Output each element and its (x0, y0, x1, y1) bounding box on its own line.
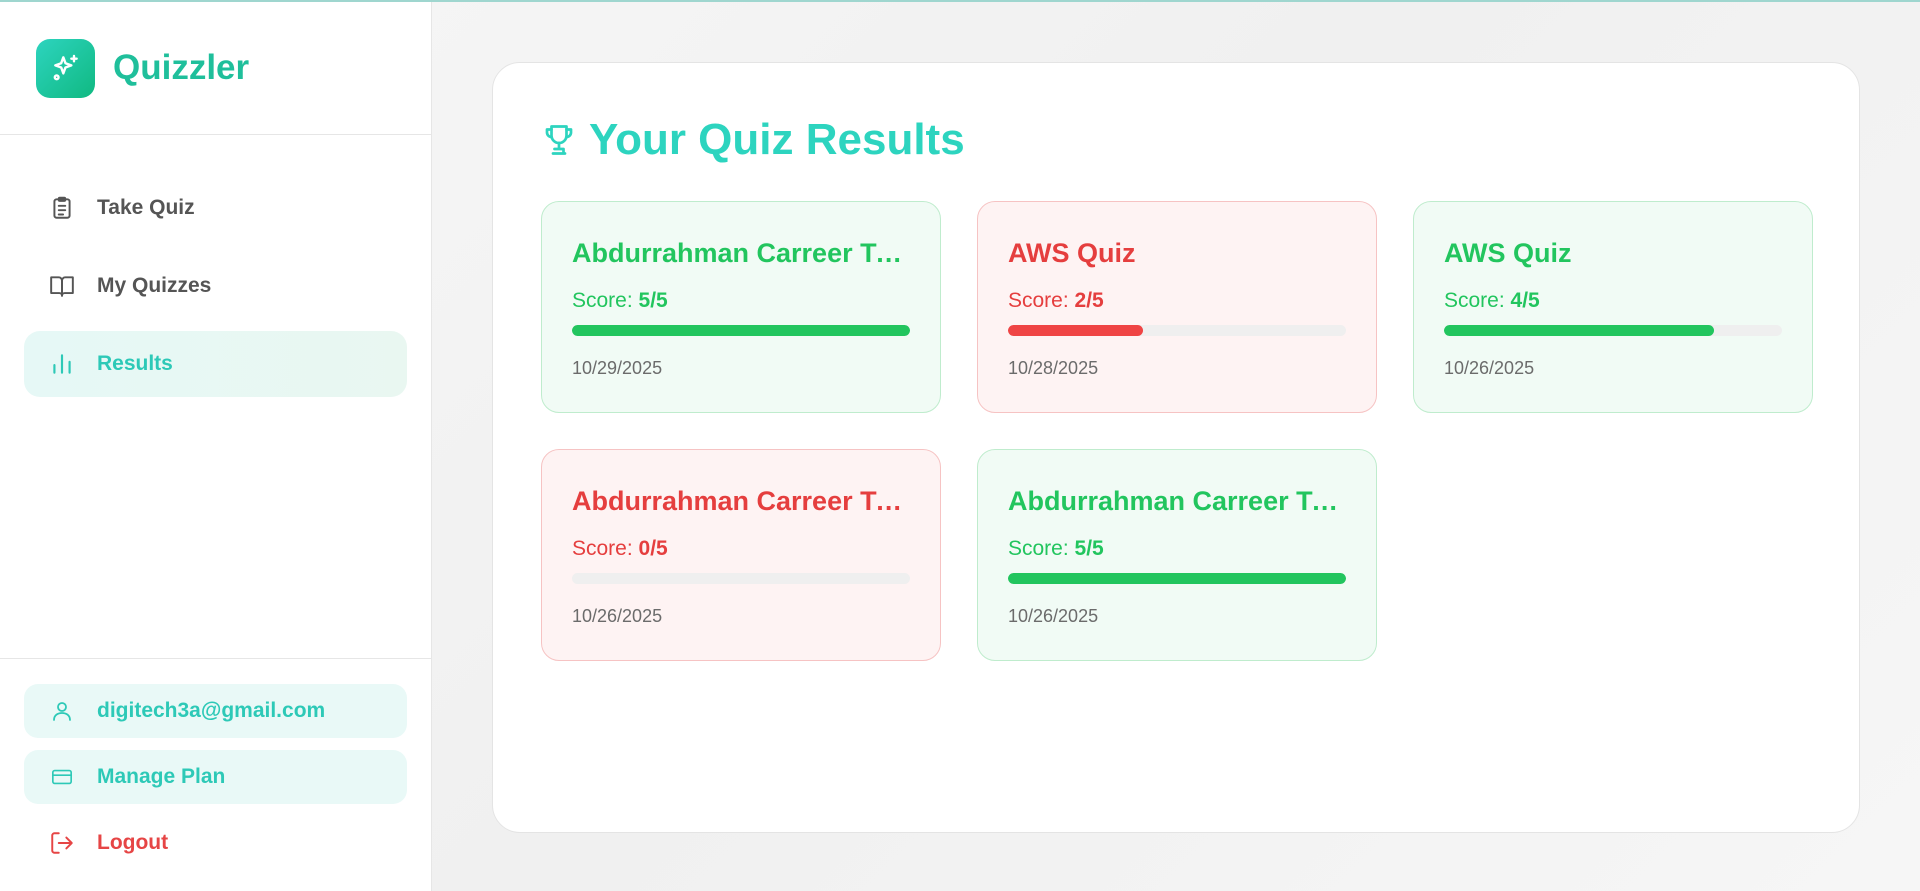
credit-card-icon (48, 763, 76, 791)
nav-item-take-quiz[interactable]: Take Quiz (24, 175, 407, 241)
quiz-date: 10/26/2025 (1444, 358, 1535, 378)
score-line: Score: 0/5 (572, 537, 910, 561)
quiz-date: 10/26/2025 (572, 606, 663, 626)
results-panel: Your Quiz Results Abdurrahman Carreer Tr… (492, 62, 1860, 833)
score-progress-bar (572, 325, 910, 336)
nav-item-label: Results (97, 352, 173, 375)
score-value: 5/5 (1074, 537, 1104, 560)
quiz-title: Abdurrahman Carreer Tri... (1008, 486, 1346, 516)
quiz-title: Abdurrahman Carreer Tri... (572, 486, 910, 516)
score-progress-fill (1008, 325, 1144, 336)
book-open-icon (48, 272, 76, 300)
user-email-item[interactable]: digitech3a@gmail.com (24, 684, 407, 738)
nav-item-results[interactable]: Results (24, 331, 407, 397)
clipboard-icon (48, 194, 76, 222)
sidebar: Quizzler Take Quiz My Quizzes Results di… (0, 2, 432, 891)
score-progress-fill (1444, 325, 1715, 336)
result-card[interactable]: AWS Quiz Score: 4/5 10/26/2025 (1413, 201, 1813, 413)
result-card[interactable]: Abdurrahman Carreer Tri... Score: 5/5 10… (977, 449, 1377, 661)
score-progress-bar (572, 573, 910, 584)
trophy-icon (541, 121, 579, 159)
page-title-text: Your Quiz Results (589, 115, 965, 164)
score-line: Score: 4/5 (1444, 289, 1782, 313)
score-line: Score: 5/5 (1008, 537, 1346, 561)
quiz-title: AWS Quiz (1008, 238, 1136, 268)
score-line: Score: 2/5 (1008, 289, 1346, 313)
score-value: 0/5 (638, 537, 668, 560)
score-progress-bar (1008, 573, 1346, 584)
score-progress-fill (1008, 573, 1346, 584)
main-nav: Take Quiz My Quizzes Results (0, 135, 431, 397)
user-email: digitech3a@gmail.com (97, 699, 326, 722)
user-icon (48, 697, 76, 725)
score-label: Score: (1008, 537, 1069, 560)
score-progress-bar (1444, 325, 1782, 336)
score-label: Score: (1444, 289, 1505, 312)
logout-label: Logout (97, 831, 169, 854)
brand[interactable]: Quizzler (0, 2, 431, 135)
score-label: Score: (1008, 289, 1069, 312)
score-line: Score: 5/5 (572, 289, 910, 313)
quiz-title: Abdurrahman Carreer Tri... (572, 238, 910, 268)
result-card[interactable]: AWS Quiz Score: 2/5 10/28/2025 (977, 201, 1377, 413)
quiz-date: 10/29/2025 (572, 358, 663, 378)
score-value: 2/5 (1074, 289, 1104, 312)
results-grid: Abdurrahman Carreer Tri... Score: 5/5 10… (541, 201, 1813, 661)
bar-chart-icon (48, 350, 76, 378)
score-label: Score: (572, 537, 633, 560)
manage-plan-label: Manage Plan (97, 765, 226, 788)
nav-item-label: My Quizzes (97, 274, 212, 297)
nav-item-my-quizzes[interactable]: My Quizzes (24, 253, 407, 319)
score-value: 5/5 (638, 289, 668, 312)
manage-plan-button[interactable]: Manage Plan (24, 750, 407, 804)
account-section: digitech3a@gmail.com Manage Plan Logout (0, 658, 431, 891)
score-progress-fill (572, 325, 910, 336)
page-title: Your Quiz Results (541, 115, 965, 165)
result-card[interactable]: Abdurrahman Carreer Tri... Score: 5/5 10… (541, 201, 941, 413)
score-value: 4/5 (1510, 289, 1540, 312)
score-progress-bar (1008, 325, 1346, 336)
logout-icon (48, 829, 76, 857)
quiz-date: 10/28/2025 (1008, 358, 1099, 378)
quiz-title: AWS Quiz (1444, 238, 1572, 268)
app-name: Quizzler (113, 48, 250, 87)
score-label: Score: (572, 289, 633, 312)
nav-item-label: Take Quiz (97, 196, 195, 219)
logout-button[interactable]: Logout (24, 816, 407, 870)
result-card[interactable]: Abdurrahman Carreer Tri... Score: 0/5 10… (541, 449, 941, 661)
quiz-date: 10/26/2025 (1008, 606, 1099, 626)
sparkles-icon (36, 38, 95, 98)
